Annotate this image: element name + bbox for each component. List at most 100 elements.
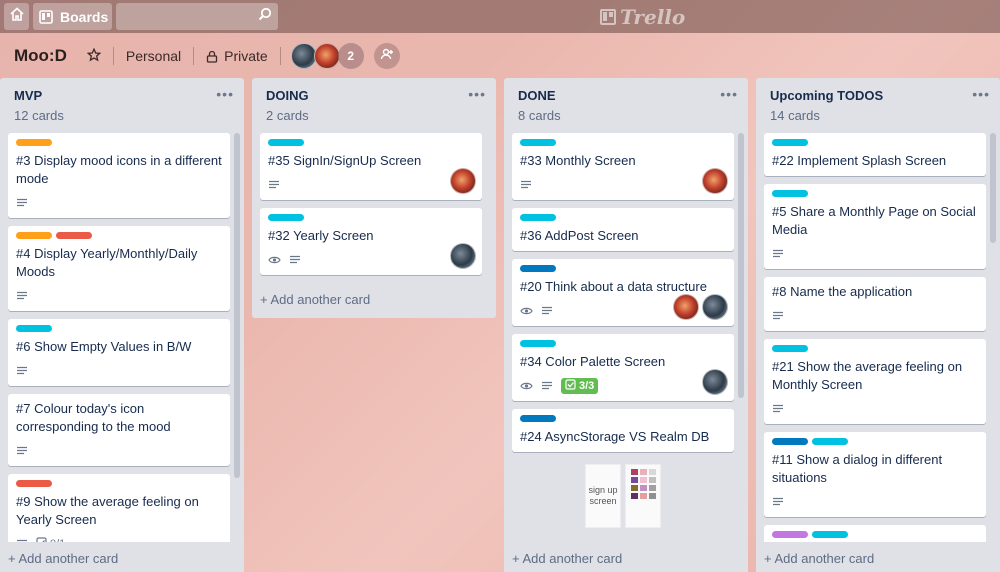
list-scrollbar[interactable] <box>738 133 744 398</box>
card[interactable]: #3 Display mood icons in a different mod… <box>8 133 230 218</box>
privacy-label: Private <box>224 48 268 64</box>
label-purple[interactable] <box>772 531 808 538</box>
privacy-button[interactable]: Private <box>200 44 274 68</box>
search-input[interactable] <box>116 3 258 30</box>
list-title[interactable]: DOING <box>266 88 488 103</box>
label-sky[interactable] <box>268 214 304 221</box>
card[interactable]: #8 Name the application <box>764 277 986 331</box>
watch-icon <box>520 381 533 391</box>
card-labels <box>268 214 474 222</box>
star-button[interactable] <box>81 44 107 69</box>
list-title[interactable]: MVP <box>14 88 236 103</box>
card[interactable]: #32 Yearly Screen <box>260 208 482 275</box>
list-mvp: MVP 12 cards ••• #3 Display mood icons in a… <box>0 78 244 572</box>
member-count-badge[interactable]: 2 <box>337 43 364 69</box>
list-title[interactable]: DONE <box>518 88 740 103</box>
label-sky[interactable] <box>520 214 556 221</box>
label-sky[interactable] <box>520 139 556 146</box>
description-icon <box>16 291 28 301</box>
card-labels <box>520 340 726 348</box>
label-sky[interactable] <box>812 438 848 445</box>
card[interactable]: #4 Display Yearly/Monthly/Daily Moods <box>8 226 230 311</box>
palette-swatch <box>630 493 638 499</box>
checklist-count: 3/3 <box>579 380 595 392</box>
card-title: #35 SignIn/SignUp Screen <box>268 153 422 168</box>
add-card-button[interactable]: + Add another card <box>512 551 622 566</box>
label-blue[interactable] <box>520 415 556 422</box>
card[interactable]: #12 Add an animation effect on <box>764 525 986 542</box>
boards-button[interactable]: Boards <box>33 3 112 30</box>
card[interactable]: #33 Monthly Screen <box>512 133 734 200</box>
card-labels <box>520 214 726 222</box>
checklist-count: 0/1 <box>50 538 65 542</box>
card-title: #32 Yearly Screen <box>268 228 374 243</box>
card-labels <box>772 345 978 353</box>
list-title[interactable]: Upcoming TODOS <box>770 88 992 103</box>
label-red[interactable] <box>56 232 92 239</box>
card[interactable]: #36 AddPost Screen <box>512 208 734 251</box>
board-title[interactable]: Moo:D <box>8 42 73 70</box>
member-avatar[interactable] <box>673 294 699 320</box>
checklist-complete-badge: 3/3 <box>561 378 599 394</box>
member-avatar[interactable] <box>702 369 728 395</box>
list-menu-icon[interactable]: ••• <box>468 86 486 102</box>
label-sky[interactable] <box>16 325 52 332</box>
add-card-button[interactable]: + Add another card <box>8 551 118 566</box>
card[interactable]: #20 Think about a data structure <box>512 259 734 326</box>
label-blue[interactable] <box>520 265 556 272</box>
label-blue[interactable] <box>772 438 808 445</box>
trello-logo[interactable]: Trello <box>600 5 685 29</box>
list-menu-icon[interactable]: ••• <box>720 86 738 102</box>
card[interactable]: #22 Implement Splash Screen <box>764 133 986 176</box>
list-scrollbar[interactable] <box>234 133 240 478</box>
card[interactable]: #6 Show Empty Values in B/W <box>8 319 230 386</box>
add-card-button[interactable]: + Add another card <box>260 292 370 307</box>
label-red[interactable] <box>16 480 52 487</box>
list-menu-icon[interactable]: ••• <box>216 86 234 102</box>
card[interactable]: #34 Color Palette Screen 3/3 <box>512 334 734 401</box>
checklist-icon <box>565 379 576 393</box>
card[interactable]: #35 SignIn/SignUp Screen <box>260 133 482 200</box>
card[interactable]: #11 Show a dialog in different situation… <box>764 432 986 517</box>
search-box[interactable] <box>116 3 278 30</box>
card-title: #6 Show Empty Values in B/W <box>16 339 192 354</box>
card-badges <box>16 194 222 212</box>
home-button[interactable] <box>4 3 29 30</box>
card[interactable]: #24 AsyncStorage VS Realm DB <box>512 409 734 452</box>
member-avatar[interactable] <box>450 168 476 194</box>
label-sky[interactable] <box>268 139 304 146</box>
invite-button[interactable] <box>373 43 400 69</box>
card-labels <box>772 438 978 446</box>
add-card-button[interactable]: + Add another card <box>764 551 874 566</box>
team-visibility-button[interactable]: Personal <box>120 44 187 68</box>
member-avatar[interactable] <box>702 294 728 320</box>
member-avatar[interactable] <box>702 168 728 194</box>
card[interactable]: #7 Colour today's icon corresponding to … <box>8 394 230 466</box>
card-container: #22 Implement Splash Screen #5 Share a Mo… <box>764 133 986 542</box>
label-sky[interactable] <box>772 345 808 352</box>
lock-icon <box>206 50 218 63</box>
list-scrollbar[interactable] <box>990 133 996 243</box>
label-sky[interactable] <box>772 139 808 146</box>
label-sky[interactable] <box>520 340 556 347</box>
member-avatar[interactable] <box>313 43 340 69</box>
member-avatar[interactable] <box>450 243 476 269</box>
member-avatar[interactable] <box>290 43 317 69</box>
search-icon[interactable] <box>258 7 272 26</box>
card-title: #7 Colour today's icon corresponding to … <box>16 401 171 434</box>
card[interactable]: #5 Share a Monthly Page on Social Media <box>764 184 986 269</box>
description-icon <box>16 366 28 376</box>
card-badges: 3/3 <box>520 377 726 395</box>
trello-logo-text: Trello <box>620 5 686 29</box>
card-title: #34 Color Palette Screen <box>520 354 666 369</box>
card[interactable]: #21 Show the average feeling on Monthly … <box>764 339 986 424</box>
card[interactable]: #9 Show the average feeling on Yearly Sc… <box>8 474 230 542</box>
list-menu-icon[interactable]: ••• <box>972 86 990 102</box>
label-orange[interactable] <box>16 232 52 239</box>
label-orange[interactable] <box>16 139 52 146</box>
card-labels <box>772 190 978 198</box>
description-icon <box>772 249 784 259</box>
card-cover-image[interactable]: sign up screen <box>512 460 734 528</box>
label-sky[interactable] <box>772 190 808 197</box>
label-sky[interactable] <box>812 531 848 538</box>
